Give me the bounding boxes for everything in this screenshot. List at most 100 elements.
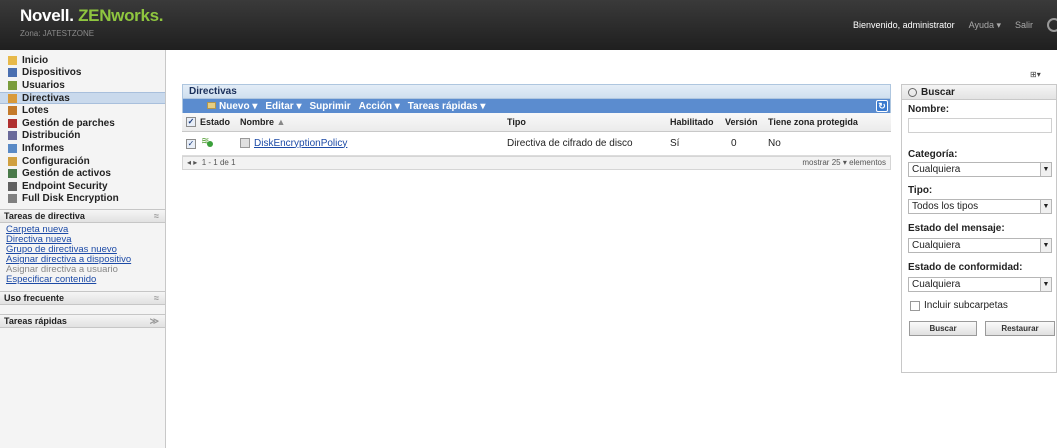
policy-icon — [240, 137, 250, 148]
category-value: Cualquiera — [912, 164, 961, 175]
compliance-value: Cualquiera — [912, 279, 961, 290]
nav-item-label: Configuración — [22, 155, 90, 167]
expand-icon[interactable]: ≫ — [150, 316, 159, 327]
compliance-select[interactable]: Cualquiera ▼ — [908, 277, 1052, 292]
chevron-down-icon[interactable]: ▼ — [1040, 239, 1051, 252]
reset-button[interactable]: Restaurar — [985, 321, 1055, 336]
collapse-icon[interactable]: ≈ — [154, 211, 159, 221]
welcome-text: Bienvenido, administrator — [853, 20, 955, 30]
zone-label: Zona: JATESTZONE — [20, 29, 95, 38]
endpoint-icon — [8, 181, 17, 191]
bundles-icon — [8, 106, 17, 116]
page-size-select[interactable]: 25 ▾ — [832, 158, 847, 167]
novell-logo: Novell. ZENworks. — [20, 6, 164, 26]
name-input[interactable] — [908, 118, 1052, 133]
message-status-select[interactable]: Cualquiera ▼ — [908, 238, 1052, 253]
message-status-value: Cualquiera — [912, 240, 961, 251]
nav-item-label: Dispositivos — [22, 67, 82, 79]
nav-item-config[interactable]: Configuración — [0, 155, 165, 168]
users-icon — [8, 80, 17, 90]
nav-item-label: Lotes — [22, 105, 49, 117]
nav-item-label: Gestión de parches — [22, 117, 115, 129]
subfolders-checkbox[interactable] — [910, 300, 920, 311]
toolbar-button[interactable]: Suprimir — [310, 101, 351, 112]
row-checkbox[interactable]: ✓ — [186, 138, 196, 149]
frequent-use-header[interactable]: Uso frecuente ≈ — [0, 291, 165, 306]
search-icon[interactable] — [1047, 18, 1057, 32]
policy-tasks-title: Tareas de directiva — [4, 211, 85, 222]
collapse-icon[interactable]: ≈ — [154, 293, 159, 303]
policy-tasks-header[interactable]: Tareas de directiva ≈ — [0, 209, 165, 224]
nav-item-devices[interactable]: Dispositivos — [0, 67, 165, 80]
logout-link[interactable]: Salir — [1015, 20, 1033, 30]
nav-item-label: Inicio — [22, 54, 49, 66]
nav-item-label: Directivas — [22, 92, 70, 104]
col-nombre[interactable]: Nombre ▲ — [240, 113, 507, 132]
policy-tasks-list: Carpeta nueva Directiva nueva Grupo de dir… — [0, 223, 165, 285]
col-version[interactable]: Versión — [725, 113, 768, 132]
help-menu[interactable]: Ayuda ▾ — [969, 20, 1001, 31]
type-label: Tipo: — [908, 185, 933, 196]
search-title: Buscar — [921, 86, 955, 98]
table-row[interactable]: ✓ ≋ DiskEncryptionPolicy Directiva de ci… — [182, 131, 891, 156]
nav-item-patch[interactable]: Gestión de parches — [0, 117, 165, 130]
assets-icon — [8, 169, 17, 179]
chevron-down-icon[interactable]: ▼ — [1040, 163, 1051, 176]
nav-item-home[interactable]: Inicio — [0, 54, 165, 67]
col-nombre-label: Nombre — [240, 116, 275, 127]
toolbar-button[interactable]: Nuevo ▾ — [219, 101, 257, 112]
nav-item-label: Endpoint Security — [22, 180, 108, 192]
nav-item-users[interactable]: Usuarios — [0, 79, 165, 92]
status-icon: ≋ — [200, 136, 214, 148]
col-zona[interactable]: Tiene zona protegida — [768, 113, 891, 132]
toolbar-button[interactable]: Editar ▾ — [265, 101, 301, 112]
search-panel-title: Buscar — [902, 85, 1056, 100]
policy-version: 0 — [725, 131, 768, 156]
left-nav-panel: Inicio Dispositivos Usuarios Directivas Lote… — [0, 50, 166, 448]
refresh-icon[interactable]: ↻ — [876, 100, 888, 112]
policy-name-link[interactable]: DiskEncryptionPolicy — [254, 138, 347, 149]
pager-nav-icons[interactable]: ◂ ▸ — [187, 158, 197, 167]
chevron-down-icon[interactable]: ▼ — [1040, 278, 1051, 291]
policy-sandbox: No — [768, 131, 891, 156]
nav-item-label: Full Disk Encryption — [22, 193, 119, 205]
chevron-down-icon[interactable]: ▼ — [1040, 200, 1051, 213]
nav-item-label: Informes — [22, 142, 65, 154]
toolbar-button[interactable]: Acción ▾ — [359, 101, 400, 112]
nav-item-endpoint[interactable]: Endpoint Security — [0, 180, 165, 193]
folder-icon[interactable] — [207, 102, 216, 109]
search-panel: Buscar Nombre: Categoría: Cualquiera ▼ Ti… — [901, 84, 1057, 373]
subfolders-option: Incluir subcarpetas — [910, 300, 1056, 311]
policy-type: Directiva de cifrado de disco — [507, 131, 670, 156]
compliance-label: Estado de conformidad: — [908, 262, 1023, 273]
select-all-checkbox[interactable]: ✓ — [186, 117, 196, 128]
col-tipo[interactable]: Tipo — [507, 113, 670, 132]
col-habilitado[interactable]: Habilitado — [670, 113, 725, 132]
nav-item-label: Gestión de activos — [22, 168, 111, 180]
toolbar-button[interactable]: Tareas rápidas ▾ — [408, 101, 486, 112]
magnifier-icon — [908, 87, 917, 97]
nav-item-distribution[interactable]: Distribución — [0, 130, 165, 143]
search-button[interactable]: Buscar — [909, 321, 977, 336]
col-estado[interactable]: Estado — [200, 113, 240, 132]
nav-item-policies[interactable]: Directivas — [0, 91, 165, 105]
type-select[interactable]: Todos los tipos ▼ — [908, 199, 1052, 214]
nav-item-bundles[interactable]: Lotes — [0, 104, 165, 117]
task-link[interactable]: Especificar contenido — [0, 275, 165, 285]
frequent-use-title: Uso frecuente — [4, 293, 65, 304]
nav-item-encryption[interactable]: Full Disk Encryption — [0, 193, 165, 206]
nav-item-assets[interactable]: Gestión de activos — [0, 167, 165, 180]
quick-tasks-title: Tareas rápidas — [4, 316, 67, 327]
category-select[interactable]: Cualquiera ▼ — [908, 162, 1052, 177]
logo-product: ZENworks. — [78, 6, 164, 25]
devices-icon — [8, 68, 17, 78]
pager-range: 1 - 1 de 1 — [201, 158, 236, 167]
policies-panel: Directivas Nuevo ▾ Editar ▾ Suprimir Acción… — [182, 84, 891, 170]
reports-icon — [8, 143, 17, 153]
category-label: Categoría: — [908, 149, 958, 160]
quick-tasks-header[interactable]: Tareas rápidas ≫ — [0, 314, 165, 329]
panel-options-icon[interactable]: ⊞▾ — [1030, 70, 1041, 79]
items-label: elementos — [849, 158, 886, 167]
sort-asc-icon[interactable]: ▲ — [277, 117, 286, 127]
nav-item-reports[interactable]: Informes — [0, 142, 165, 155]
